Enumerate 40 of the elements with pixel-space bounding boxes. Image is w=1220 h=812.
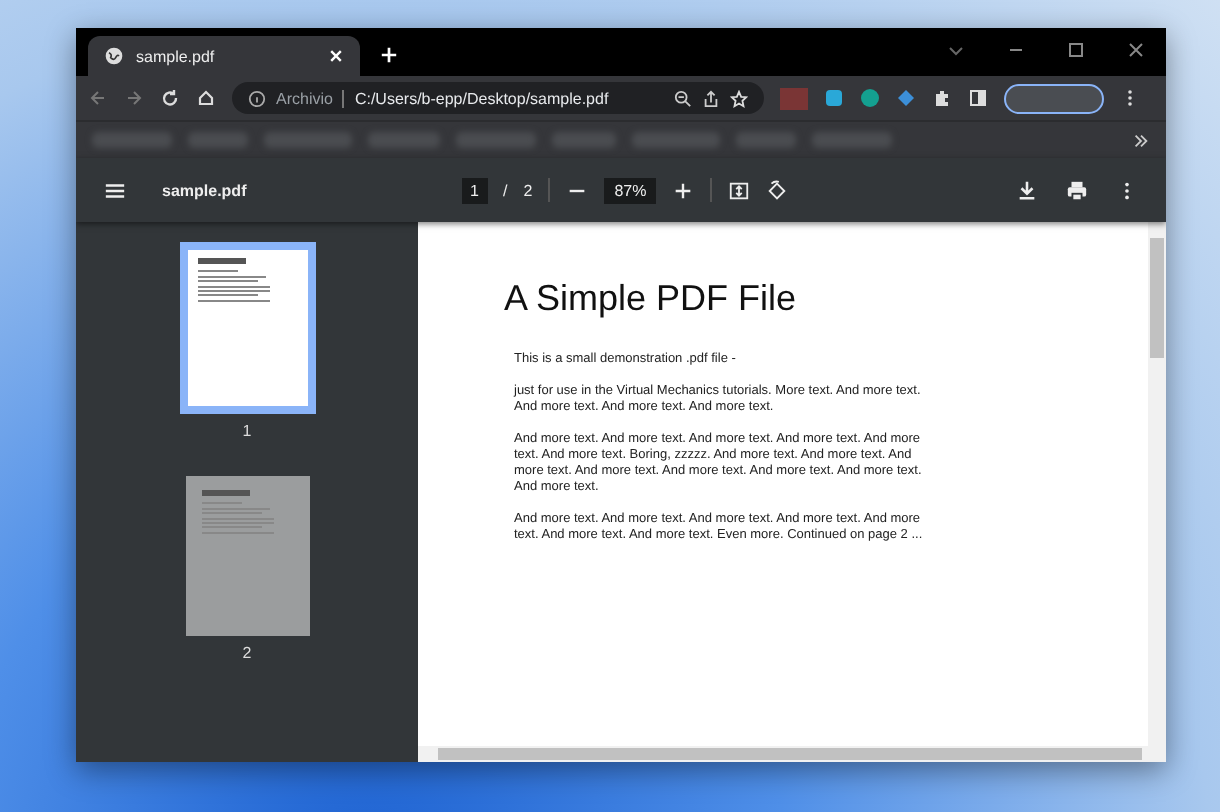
reload-icon[interactable] bbox=[160, 88, 180, 108]
url-text: C:/Users/b-epp/Desktop/sample.pdf bbox=[354, 89, 609, 107]
page-preview-drawing bbox=[197, 258, 269, 302]
home-icon[interactable] bbox=[196, 88, 216, 108]
side-panel-icon[interactable] bbox=[968, 88, 988, 108]
globe-icon bbox=[104, 46, 124, 66]
zoom-in-icon[interactable] bbox=[672, 179, 695, 201]
print-icon[interactable] bbox=[1066, 179, 1089, 201]
vertical-scrollbar[interactable] bbox=[1148, 222, 1166, 746]
page-thumbnail[interactable] bbox=[179, 242, 315, 414]
file-name: sample.pdf bbox=[162, 181, 247, 199]
page-number: 2 bbox=[242, 644, 252, 662]
page-separator: / bbox=[503, 181, 508, 199]
browser-tab[interactable]: sample.pdf bbox=[88, 36, 360, 76]
page-thumbnail[interactable] bbox=[185, 476, 309, 636]
address-bar[interactable]: Archivio C:/Users/b-epp/Desktop/sample.pdf bbox=[232, 82, 764, 114]
download-icon[interactable] bbox=[1016, 179, 1039, 201]
page-count: 2 bbox=[523, 181, 533, 199]
share-icon[interactable] bbox=[702, 89, 720, 107]
rotate-icon[interactable] bbox=[766, 179, 789, 201]
menu-icon[interactable] bbox=[104, 179, 126, 201]
horizontal-scrollbar[interactable] bbox=[418, 746, 1166, 762]
zoom-icon[interactable] bbox=[674, 89, 692, 107]
back-icon[interactable] bbox=[88, 88, 108, 108]
fit-page-icon[interactable] bbox=[728, 179, 751, 201]
document-title: A Simple PDF File bbox=[504, 278, 799, 320]
puzzle-icon[interactable] bbox=[932, 88, 952, 108]
maximize-icon[interactable] bbox=[1066, 40, 1086, 60]
close-icon[interactable] bbox=[1126, 40, 1146, 60]
new-tab-icon[interactable] bbox=[380, 46, 398, 64]
info-icon bbox=[248, 89, 266, 107]
profile-button[interactable] bbox=[1004, 83, 1104, 113]
forward-icon[interactable] bbox=[124, 88, 144, 108]
page-preview-drawing bbox=[201, 490, 273, 534]
page-number-field[interactable]: 1 bbox=[462, 177, 487, 203]
zoom-field[interactable]: 87% bbox=[604, 177, 657, 203]
page-number: 1 bbox=[242, 422, 252, 440]
scheme-label: Archivio bbox=[276, 89, 333, 107]
chevron-right-icon[interactable] bbox=[1132, 131, 1150, 149]
star-icon[interactable] bbox=[730, 89, 748, 107]
